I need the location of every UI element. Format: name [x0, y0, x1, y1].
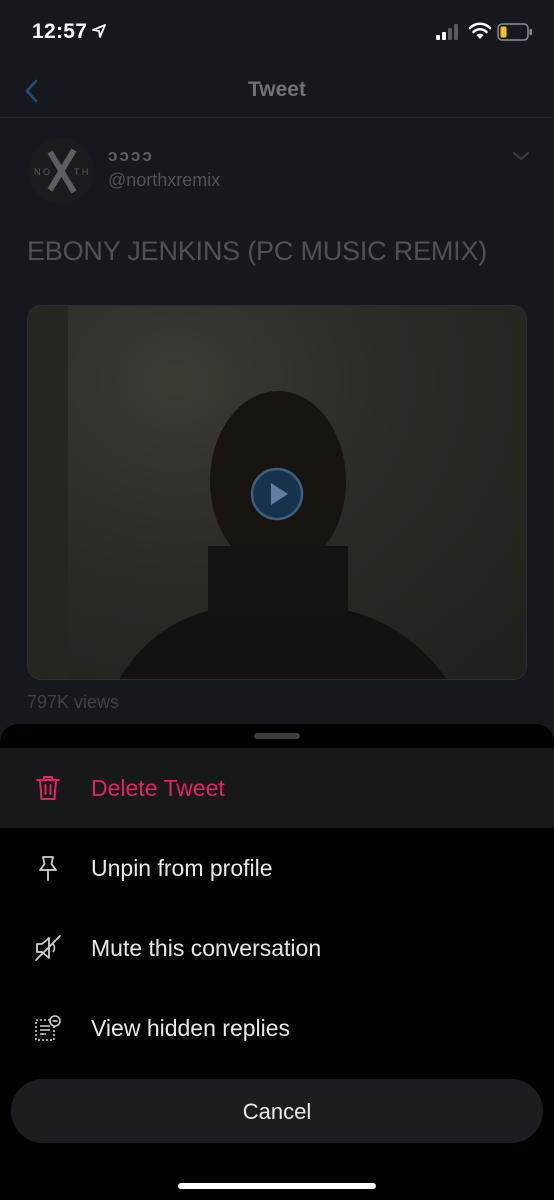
mute-conversation-label: Mute this conversation	[91, 935, 322, 961]
hidden-replies-icon	[35, 1015, 61, 1041]
play-icon[interactable]	[250, 467, 304, 521]
view-hidden-replies-label: View hidden replies	[91, 1015, 291, 1041]
cancel-button[interactable]: Cancel	[11, 1079, 543, 1143]
svg-text:N O: N O	[34, 167, 50, 177]
cancel-label: Cancel	[242, 1099, 312, 1124]
wifi-icon	[468, 22, 492, 39]
tweet-text: EBONY JENKINS (PC MUSIC REMIX)	[27, 236, 488, 266]
svg-text:T H: T H	[74, 167, 88, 177]
battery-icon	[497, 23, 532, 41]
view-count: 797K views	[27, 692, 120, 712]
unpin-item[interactable]: Unpin from profile	[0, 828, 554, 908]
status-time: 12:57	[32, 20, 88, 43]
action-sheet: Delete Tweet Unpin from profile Mute thi…	[0, 724, 554, 1200]
home-indicator	[178, 1183, 376, 1189]
display-name[interactable]: ↄↄↄↄ	[108, 146, 154, 166]
trash-icon	[36, 776, 60, 800]
signal-icon	[436, 24, 458, 40]
status-bar: 12:57	[0, 0, 554, 66]
avatar[interactable]: N O T H	[28, 138, 94, 204]
delete-tweet-label: Delete Tweet	[91, 775, 225, 801]
sheet-grabber[interactable]	[254, 733, 300, 739]
pin-icon	[39, 856, 57, 881]
view-hidden-replies-item[interactable]: View hidden replies	[0, 988, 554, 1068]
handle[interactable]: @northxremix	[108, 170, 220, 191]
chevron-down-icon[interactable]	[512, 150, 530, 162]
video-player[interactable]	[27, 305, 527, 680]
location-arrow-icon	[92, 24, 106, 38]
mute-conversation-item[interactable]: Mute this conversation	[0, 908, 554, 988]
delete-tweet-item[interactable]: Delete Tweet	[0, 748, 554, 828]
page-title: Tweet	[248, 78, 306, 101]
unpin-label: Unpin from profile	[91, 855, 273, 881]
nav-bar: Tweet	[0, 66, 554, 118]
avatar-logo-icon: N O T H	[28, 138, 94, 204]
mute-icon	[35, 935, 61, 961]
